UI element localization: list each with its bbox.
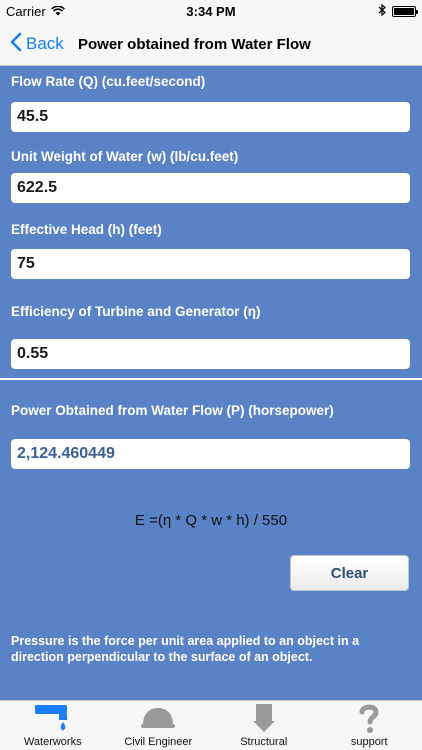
- bluetooth-icon: [378, 3, 386, 19]
- tab-bar: Waterworks Civil Engineer Structural sup…: [0, 700, 422, 750]
- tab-support[interactable]: support: [317, 701, 422, 750]
- status-bar: Carrier 3:34 PM: [0, 0, 422, 22]
- tab-structural[interactable]: Structural: [211, 701, 317, 750]
- description-text: Pressure is the force per unit area appl…: [11, 634, 360, 664]
- tab-civil-engineer[interactable]: Civil Engineer: [106, 701, 212, 750]
- battery-icon: [392, 6, 418, 17]
- effective-head-label: Effective Head (h) (feet): [11, 222, 162, 237]
- unit-weight-label: Unit Weight of Water (w) (lb/cu.feet): [11, 149, 239, 164]
- clear-button[interactable]: Clear: [290, 555, 409, 591]
- status-time: 3:34 PM: [186, 4, 236, 19]
- efficiency-label: Efficiency of Turbine and Generator (η): [11, 304, 261, 319]
- unit-weight-input[interactable]: 622.5: [11, 173, 410, 203]
- result-label: Power Obtained from Water Flow (P) (hors…: [11, 403, 334, 418]
- back-label: Back: [26, 34, 64, 53]
- status-right: [378, 3, 418, 19]
- calculator-panel: Flow Rate (Q) (cu.feet/second) 45.5 Unit…: [0, 66, 422, 700]
- back-button[interactable]: Back: [10, 22, 64, 66]
- hard-hat-icon: [138, 701, 178, 735]
- structural-icon: [244, 701, 284, 735]
- page-title: Power obtained from Water Flow: [78, 35, 311, 53]
- formula-text: E =(η * Q * w * h) / 550: [134, 512, 288, 529]
- effective-head-input[interactable]: 75: [11, 249, 410, 279]
- efficiency-input[interactable]: 0.55: [11, 339, 410, 369]
- navigation-bar: Back Power obtained from Water Flow: [0, 22, 422, 66]
- waterworks-icon: [33, 701, 73, 735]
- chevron-left-icon: [10, 32, 22, 57]
- result-output: 2,124.460449: [11, 439, 410, 469]
- tab-waterworks[interactable]: Waterworks: [0, 701, 106, 750]
- tab-label-civil-engineer: Civil Engineer: [124, 736, 193, 748]
- flow-rate-label: Flow Rate (Q) (cu.feet/second): [11, 74, 206, 89]
- tab-label-structural: Structural: [240, 736, 288, 748]
- tab-label-waterworks: Waterworks: [23, 736, 82, 748]
- flow-rate-input[interactable]: 45.5: [11, 102, 410, 132]
- section-divider: [0, 378, 422, 380]
- tab-label-support: support: [350, 736, 388, 748]
- question-icon: [349, 701, 389, 735]
